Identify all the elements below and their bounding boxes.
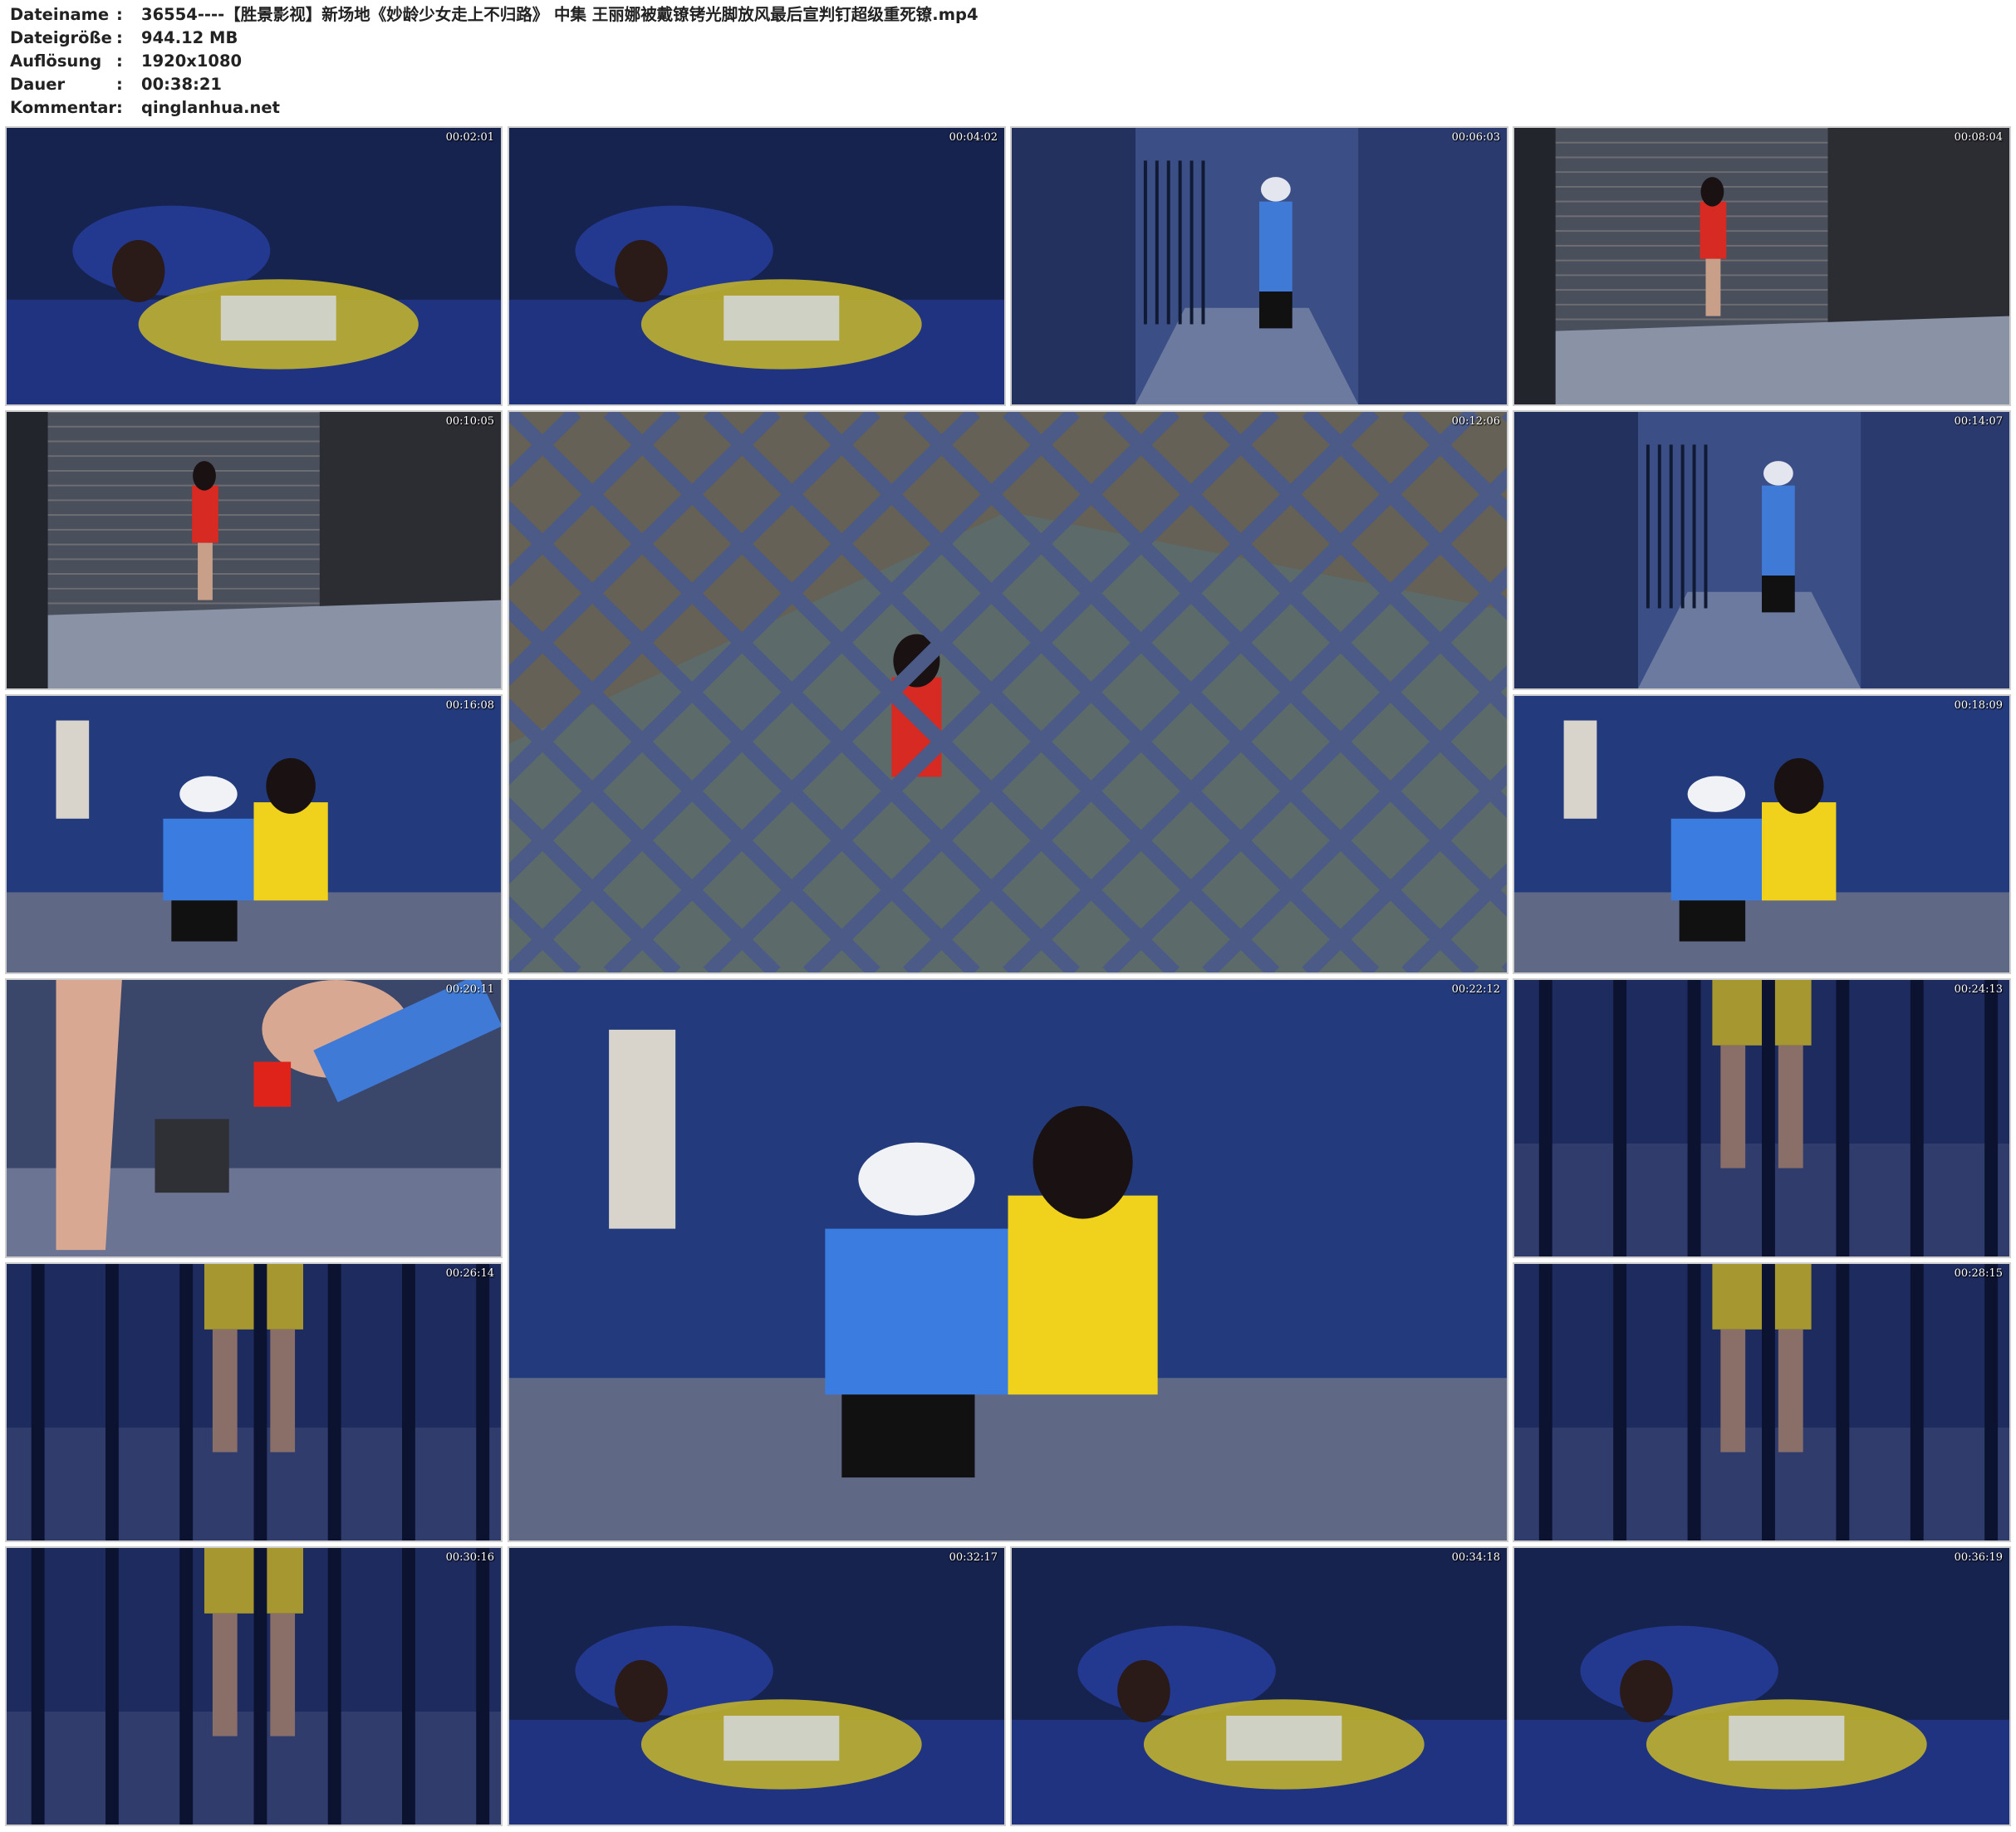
scene-illustration (7, 412, 501, 688)
info-key: Dateigröße (10, 28, 112, 47)
video-frame (1514, 412, 2009, 688)
info-row-filename: Dateiname : 36554----【胜景影视】新场地《妙龄少女走上不归路… (10, 3, 979, 27)
scene-illustration (7, 1548, 501, 1825)
info-key: Dauer (10, 75, 66, 94)
timestamp-label: 00:14:07 (1954, 415, 2003, 428)
thumbnail[interactable]: 00:36:19 (1513, 1546, 2011, 1826)
timestamp-label: 00:06:03 (1451, 131, 1500, 144)
thumbnail[interactable]: 00:32:17 (508, 1546, 1006, 1826)
thumbnail[interactable]: 00:28:15 (1513, 1262, 2011, 1542)
info-separator: : (116, 28, 123, 47)
video-frame (7, 128, 501, 404)
thumbnail[interactable]: 00:24:13 (1513, 978, 2011, 1258)
timestamp-label: 00:16:08 (445, 699, 494, 712)
video-frame (7, 1548, 501, 1825)
timestamp-label: 00:10:05 (445, 415, 494, 428)
info-value: 00:38:21 (141, 75, 223, 94)
info-separator: : (116, 5, 123, 24)
info-value: qinglanhua.net (141, 98, 280, 117)
video-frame (509, 1548, 1004, 1825)
video-frame (1012, 128, 1507, 404)
info-key: Dateiname (10, 5, 110, 24)
info-separator: : (116, 75, 123, 94)
thumbnail[interactable]: 00:16:08 (5, 694, 503, 974)
timestamp-label: 00:24:13 (1954, 983, 2003, 996)
file-info: Dateiname : 36554----【胜景影视】新场地《妙龄少女走上不归路… (10, 3, 979, 120)
timestamp-label: 00:28:15 (1954, 1267, 2003, 1280)
scene-illustration (7, 128, 501, 404)
thumbnail[interactable]: 00:18:09 (1513, 694, 2011, 974)
timestamp-label: 00:30:16 (445, 1551, 494, 1564)
video-frame (7, 1264, 501, 1541)
scene-illustration (509, 412, 1507, 972)
timestamp-label: 00:34:18 (1451, 1551, 1500, 1564)
video-frame (509, 412, 1507, 972)
scene-illustration (7, 980, 501, 1256)
info-key: Auflösung (10, 51, 102, 71)
info-row-duration: Dauer : 00:38:21 (10, 73, 979, 96)
video-frame (509, 980, 1507, 1541)
scene-illustration (1514, 128, 2009, 404)
thumbnail-large[interactable]: 00:22:12 (508, 978, 1508, 1542)
scene-illustration (1514, 980, 2009, 1256)
thumbnail[interactable]: 00:14:07 (1513, 410, 2011, 690)
video-frame (1012, 1548, 1507, 1825)
thumbnail[interactable]: 00:30:16 (5, 1546, 503, 1826)
timestamp-label: 00:02:01 (445, 131, 494, 144)
timestamp-label: 00:26:14 (445, 1267, 494, 1280)
scene-illustration (1012, 1548, 1507, 1825)
info-row-filesize: Dateigröße : 944.12 MB (10, 27, 979, 50)
info-value: 36554----【胜景影视】新场地《妙龄少女走上不归路》 中集 王丽娜被戴镣铐… (141, 5, 979, 24)
video-frame (1514, 128, 2009, 404)
video-frame (7, 980, 501, 1256)
scene-illustration (1514, 412, 2009, 688)
thumbnail[interactable]: 00:08:04 (1513, 126, 2011, 406)
video-frame (1514, 1548, 2009, 1825)
video-frame (1514, 980, 2009, 1256)
video-frame (509, 128, 1004, 404)
thumbnail[interactable]: 00:06:03 (1010, 126, 1508, 406)
thumbnail[interactable]: 00:34:18 (1010, 1546, 1508, 1826)
scene-illustration (1012, 128, 1507, 404)
timestamp-label: 00:36:19 (1954, 1551, 2003, 1564)
video-frame (7, 696, 501, 972)
scene-illustration (1514, 1548, 2009, 1825)
thumbnail[interactable]: 00:02:01 (5, 126, 503, 406)
info-row-resolution: Auflösung : 1920x1080 (10, 50, 979, 73)
info-key: Kommentar (10, 98, 117, 117)
video-frame (1514, 696, 2009, 972)
scene-illustration (509, 980, 1507, 1541)
thumbnail[interactable]: 00:10:05 (5, 410, 503, 690)
timestamp-label: 00:04:02 (949, 131, 998, 144)
video-frame (7, 412, 501, 688)
scene-illustration (1514, 1264, 2009, 1541)
thumbnail-large[interactable]: 00:12:06 (508, 410, 1508, 974)
info-value: 1920x1080 (141, 51, 243, 71)
info-separator: : (116, 51, 123, 71)
info-separator: : (116, 98, 123, 117)
thumbnail[interactable]: 00:20:11 (5, 978, 503, 1258)
thumbnail[interactable]: 00:26:14 (5, 1262, 503, 1542)
info-value: 944.12 MB (141, 28, 238, 47)
thumbnail[interactable]: 00:04:02 (508, 126, 1006, 406)
timestamp-label: 00:08:04 (1954, 131, 2003, 144)
info-row-comment: Kommentar : qinglanhua.net (10, 96, 979, 120)
video-frame (1514, 1264, 2009, 1541)
scene-illustration (509, 128, 1004, 404)
timestamp-label: 00:12:06 (1451, 415, 1500, 428)
scene-illustration (7, 696, 501, 972)
timestamp-label: 00:20:11 (445, 983, 494, 996)
scene-illustration (7, 1264, 501, 1541)
timestamp-label: 00:32:17 (949, 1551, 998, 1564)
scene-illustration (509, 1548, 1004, 1825)
timestamp-label: 00:18:09 (1954, 699, 2003, 712)
timestamp-label: 00:22:12 (1451, 983, 1500, 996)
scene-illustration (1514, 696, 2009, 972)
